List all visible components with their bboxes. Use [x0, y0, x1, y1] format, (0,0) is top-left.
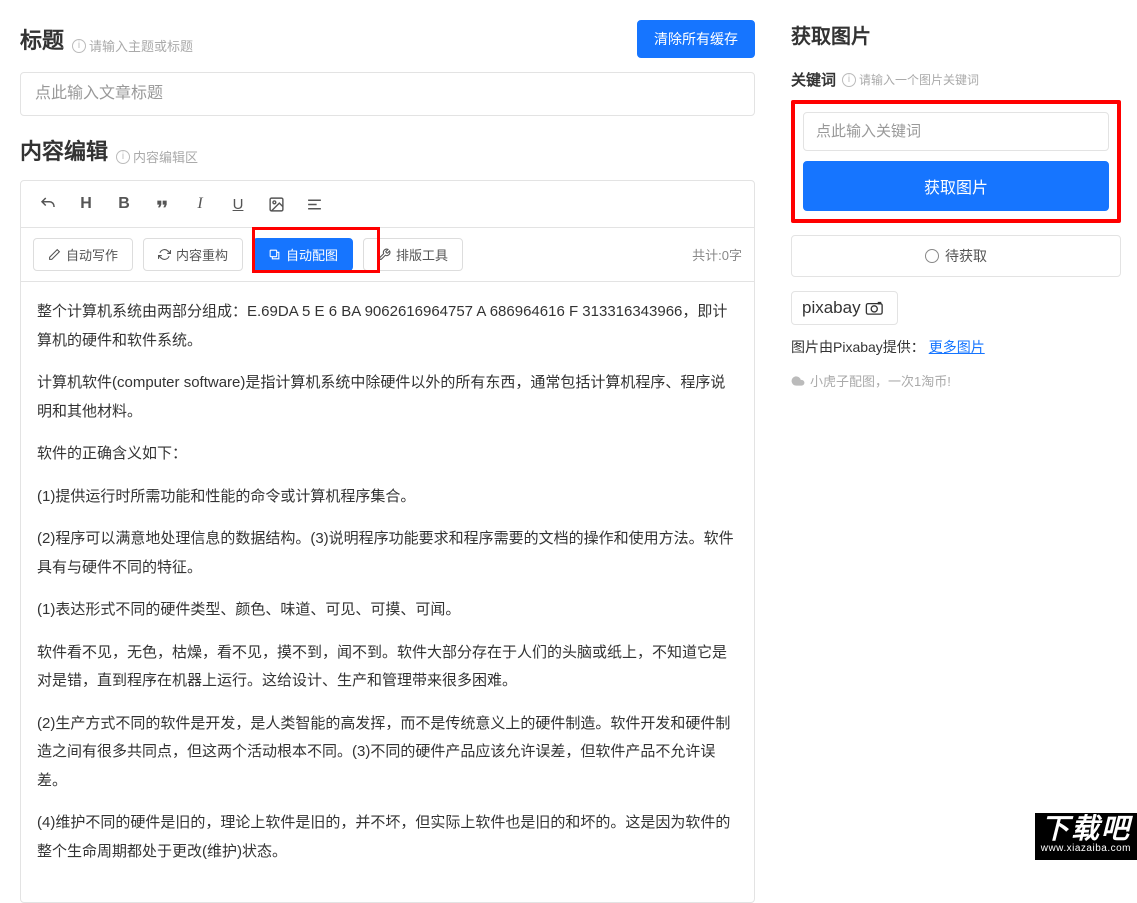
layers-icon	[268, 248, 281, 261]
watermark: 下载吧 www.xiazaiba.com	[1035, 813, 1137, 860]
bold-icon[interactable]: B	[107, 189, 141, 219]
content-paragraph: (1)提供运行时所需功能和性能的命令或计算机程序集合。	[37, 483, 738, 512]
editor-hint: i 内容编辑区	[116, 147, 198, 166]
auto-image-button[interactable]: 自动配图	[253, 238, 353, 271]
title-section-title: 标题 i 请输入主题或标题	[20, 23, 193, 55]
quote-icon[interactable]	[145, 189, 179, 219]
keyword-group-highlight: 获取图片	[791, 100, 1121, 223]
format-toolbar: H B I U	[21, 181, 754, 228]
info-icon: i	[842, 73, 856, 87]
fetch-image-button[interactable]: 获取图片	[803, 161, 1109, 211]
keyword-hint: i 请输入一个图片关键词	[842, 71, 979, 88]
content-paragraph: 计算机软件(computer software)是指计算机系统中除硬件以外的所有…	[37, 369, 738, 426]
content-paragraph: (2)程序可以满意地处理信息的数据结构。(3)说明程序功能要求和程序需要的文档的…	[37, 525, 738, 582]
content-paragraph: (1)表达形式不同的硬件类型、颜色、味道、可见、可摸、可闻。	[37, 596, 738, 625]
fetch-status: 待获取	[791, 235, 1121, 277]
auto-write-button[interactable]: 自动写作	[33, 238, 133, 271]
image-icon[interactable]	[259, 189, 293, 219]
keyword-subhead: 关键词 i 请输入一个图片关键词	[791, 69, 1121, 90]
undo-icon[interactable]	[31, 189, 65, 219]
italic-icon[interactable]: I	[183, 189, 217, 219]
editor-box: H B I U 自动写作 内容重构	[20, 180, 755, 903]
info-icon: i	[116, 150, 130, 164]
content-paragraph: (4)维护不同的硬件是旧的，理论上软件是旧的，并不坏，但实际上软件也是旧的和坏的…	[37, 809, 738, 866]
pixabay-badge: pixabay	[791, 291, 898, 325]
align-icon[interactable]	[297, 189, 331, 219]
cloud-icon	[791, 374, 805, 388]
info-icon: i	[72, 39, 86, 53]
clear-cache-button[interactable]: 清除所有缓存	[637, 20, 755, 58]
content-paragraph: 软件看不见，无色，枯燥，看不见，摸不到，闻不到。软件大部分存在于人们的头脑或纸上…	[37, 639, 738, 696]
sidebar: 获取图片 关键词 i 请输入一个图片关键词 获取图片 待获取 pixabay 图…	[775, 0, 1137, 860]
editor-section-head: 内容编辑 i 内容编辑区	[20, 134, 755, 166]
attribution: 图片由Pixabay提供： 更多图片	[791, 337, 1121, 357]
sidebar-title: 获取图片	[791, 20, 1121, 49]
main-column: 标题 i 请输入主题或标题 清除所有缓存 内容编辑 i 内容编辑区 H B	[0, 0, 775, 860]
content-paragraph: 整个计算机系统由两部分组成：E.69DA 5 E 6 BA 9062616964…	[37, 298, 738, 355]
restructure-button[interactable]: 内容重构	[143, 238, 243, 271]
editor-section-title: 内容编辑 i 内容编辑区	[20, 134, 198, 166]
tools-icon	[378, 248, 391, 261]
article-title-input[interactable]	[20, 72, 755, 116]
circle-icon	[925, 249, 939, 263]
keyword-input[interactable]	[803, 112, 1109, 151]
underline-icon[interactable]: U	[221, 189, 255, 219]
title-hint: i 请输入主题或标题	[72, 36, 193, 55]
content-paragraph: (2)生产方式不同的软件是开发，是人类智能的高发挥，而不是传统意义上的硬件制造。…	[37, 710, 738, 796]
refresh-icon	[158, 248, 171, 261]
pencil-icon	[48, 248, 61, 261]
more-images-link[interactable]: 更多图片	[929, 339, 985, 355]
char-count: 共计:0字	[692, 245, 742, 264]
editor-heading: 内容编辑	[20, 134, 108, 166]
layout-tool-button[interactable]: 排版工具	[363, 238, 463, 271]
action-toolbar: 自动写作 内容重构 自动配图 排版工具 共计:0字	[21, 228, 754, 282]
keyword-label: 关键词	[791, 69, 836, 90]
heading-icon[interactable]: H	[69, 189, 103, 219]
content-paragraph: 软件的正确含义如下：	[37, 440, 738, 469]
title-section-head: 标题 i 请输入主题或标题 清除所有缓存	[20, 20, 755, 58]
editor-content[interactable]: 整个计算机系统由两部分组成：E.69DA 5 E 6 BA 9062616964…	[21, 282, 754, 902]
camera-icon	[865, 301, 887, 315]
title-heading: 标题	[20, 23, 64, 55]
footnote: 小虎子配图，一次1淘币!	[791, 371, 1121, 390]
